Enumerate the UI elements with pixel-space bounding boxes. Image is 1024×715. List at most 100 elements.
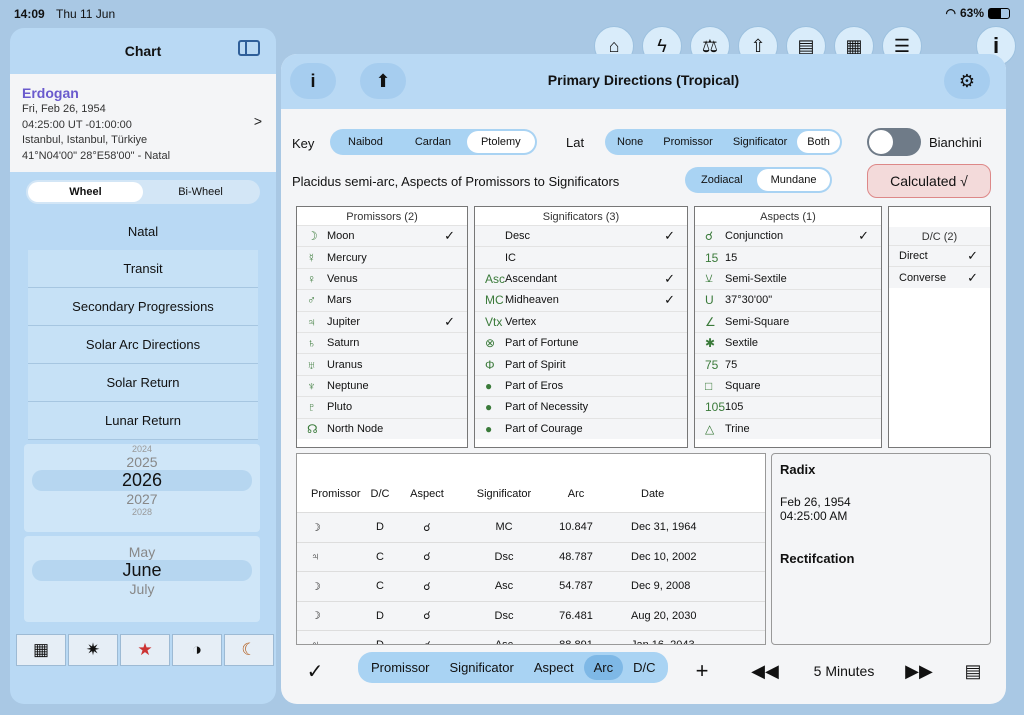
list-item[interactable]: ⚺ Semi-Sextile bbox=[695, 267, 881, 290]
list-item[interactable]: Direct ✓ bbox=[889, 245, 990, 267]
list-item[interactable]: ✱ Sextile bbox=[695, 331, 881, 354]
rectification-title: Rectifcation bbox=[780, 551, 855, 566]
sidebar-toggle-icon[interactable] bbox=[238, 40, 260, 56]
zodiacal-option[interactable]: Zodiacal bbox=[687, 169, 757, 191]
month-picker[interactable]: May June July bbox=[24, 536, 260, 622]
row-arc: 54.787 bbox=[559, 580, 593, 593]
col-date[interactable]: Date bbox=[601, 488, 731, 500]
lat-both[interactable]: Both bbox=[797, 131, 840, 153]
list-item[interactable]: ☊ North Node bbox=[297, 417, 467, 439]
list-item[interactable]: ♅ Uranus bbox=[297, 353, 467, 375]
list-item[interactable]: Vtx Vertex bbox=[475, 310, 687, 332]
person-card[interactable]: Erdogan Fri, Feb 26, 1954 04:25:00 UT -0… bbox=[10, 74, 276, 172]
menu-solar-arc[interactable]: Solar Arc Directions bbox=[28, 326, 258, 364]
list-item[interactable]: MC Midheaven ✓ bbox=[475, 289, 687, 311]
aspect-wheel-icon[interactable]: ✷ bbox=[68, 634, 118, 666]
table-row[interactable]: ☽ D ☌ MC 10.847 Dec 31, 1964 bbox=[297, 512, 765, 542]
list-item[interactable]: ♂ Mars bbox=[297, 289, 467, 311]
person-name: Erdogan bbox=[22, 85, 79, 101]
list-item[interactable]: △ Trine bbox=[695, 417, 881, 439]
list-item[interactable]: ♄ Saturn bbox=[297, 331, 467, 354]
list-item[interactable]: ● Part of Necessity bbox=[475, 396, 687, 418]
list-item[interactable]: ♃ Jupiter ✓ bbox=[297, 310, 467, 332]
item-label: 75 bbox=[725, 358, 738, 371]
confirm-button[interactable]: ✓ bbox=[296, 652, 334, 690]
key-ptolemy[interactable]: Ptolemy bbox=[466, 131, 535, 153]
list-item[interactable]: ☌ Conjunction ✓ bbox=[695, 225, 881, 247]
birth-time: 04:25:00 UT -01:00:00 bbox=[22, 118, 132, 131]
table-row[interactable]: ☽ D ☌ Dsc 76.481 Aug 20, 2030 bbox=[297, 600, 765, 630]
key-cardan[interactable]: Cardan bbox=[399, 131, 467, 153]
mundane-option[interactable]: Mundane bbox=[756, 169, 831, 191]
list-item[interactable]: U 37°30'00" bbox=[695, 289, 881, 311]
year-option: 2024 bbox=[131, 444, 153, 454]
row-promissor: ☽ bbox=[311, 521, 321, 534]
lat-promissor[interactable]: Promissor bbox=[653, 131, 723, 153]
table-row[interactable]: ♃D☌Asc88.891Jan 16, 2043 bbox=[297, 630, 765, 644]
menu-transit[interactable]: Transit bbox=[28, 250, 258, 288]
grid-chart-icon[interactable]: ▦ bbox=[16, 634, 66, 666]
list-item[interactable]: Converse ✓ bbox=[889, 266, 990, 288]
menu-lunar-return[interactable]: Lunar Return bbox=[28, 402, 258, 440]
row-significator: Asc bbox=[457, 639, 551, 644]
list-item[interactable]: ⊗ Part of Fortune bbox=[475, 331, 687, 354]
sort-significator[interactable]: Significator bbox=[440, 655, 524, 680]
sort-dc[interactable]: D/C bbox=[623, 655, 665, 680]
year-picker[interactable]: 2024 2025 2026 2027 2028 bbox=[24, 444, 260, 532]
list-item[interactable]: 105 105 bbox=[695, 396, 881, 418]
sort-arc[interactable]: Arc bbox=[583, 655, 624, 680]
row-dc: D bbox=[363, 639, 397, 644]
fast-forward-icon[interactable]: ▶▶ bbox=[900, 652, 938, 690]
list-item[interactable]: ♆ Neptune bbox=[297, 374, 467, 397]
list-item[interactable]: ♀ Venus bbox=[297, 267, 467, 290]
sun-eclipse-icon[interactable]: ◑ bbox=[172, 634, 222, 666]
menu-solar-return[interactable]: Solar Return bbox=[28, 364, 258, 402]
moon-icon[interactable]: ☾ bbox=[224, 634, 274, 666]
biwheel-tab[interactable]: Bi-Wheel bbox=[143, 182, 258, 202]
list-item[interactable]: 15 15 bbox=[695, 246, 881, 268]
birth-place: Istanbul, Istanbul, Türkiye bbox=[22, 134, 148, 146]
settings-icon[interactable]: ⚙ bbox=[944, 63, 990, 99]
list-item[interactable]: ☽ Moon ✓ bbox=[297, 225, 467, 247]
stars-icon[interactable]: ★ bbox=[120, 634, 170, 666]
col-aspect[interactable]: Aspect bbox=[397, 488, 457, 500]
list-item[interactable]: 75 75 bbox=[695, 353, 881, 375]
zodiacal-mundane-selector: Zodiacal Mundane bbox=[685, 167, 833, 193]
report-icon[interactable]: ▤ bbox=[954, 652, 992, 690]
list-item[interactable]: Φ Part of Spirit bbox=[475, 353, 687, 375]
interval-selector[interactable]: 5 Minutes bbox=[796, 652, 892, 690]
list-item[interactable]: ♇ Pluto bbox=[297, 396, 467, 418]
lat-significator[interactable]: Significator bbox=[723, 131, 797, 153]
table-row[interactable]: ♃ C ☌ Dsc 48.787 Dec 10, 2002 bbox=[297, 541, 765, 571]
list-item[interactable]: ● Part of Courage bbox=[475, 417, 687, 439]
add-button[interactable]: + bbox=[683, 652, 721, 690]
sort-aspect[interactable]: Aspect bbox=[524, 655, 584, 680]
menu-secondary-progressions[interactable]: Secondary Progressions bbox=[28, 288, 258, 326]
calculated-button[interactable]: Calculated √ bbox=[867, 164, 991, 198]
list-item[interactable]: Asc Ascendant ✓ bbox=[475, 267, 687, 290]
wheel-tab[interactable]: Wheel bbox=[28, 182, 143, 202]
menu-natal[interactable]: Natal bbox=[10, 212, 276, 250]
chart-style-bar: ▦ ✷ ★ ◑ ☾ bbox=[16, 634, 274, 666]
list-item[interactable]: IC bbox=[475, 246, 687, 268]
sort-promissor[interactable]: Promissor bbox=[361, 655, 440, 680]
aspects-list: Aspects (1) ☌ Conjunction ✓ 15 15 ⚺ Semi-Sexti… bbox=[694, 206, 882, 448]
item-label: Desc bbox=[505, 230, 531, 243]
rewind-icon[interactable]: ◀◀ bbox=[746, 652, 784, 690]
col-dc[interactable]: D/C bbox=[363, 488, 397, 500]
bianchini-toggle[interactable] bbox=[867, 128, 921, 156]
lat-none[interactable]: None bbox=[607, 131, 653, 153]
list-item[interactable]: ☿ Mercury bbox=[297, 246, 467, 268]
birth-date: Fri, Feb 26, 1954 bbox=[22, 103, 106, 115]
col-significator[interactable]: Significator bbox=[457, 488, 551, 500]
list-item[interactable]: □ Square bbox=[695, 374, 881, 397]
col-arc[interactable]: Arc bbox=[551, 488, 601, 500]
key-naibod[interactable]: Naibod bbox=[332, 131, 399, 153]
table-row[interactable]: ☽ C ☌ Asc 54.787 Dec 9, 2008 bbox=[297, 571, 765, 601]
col-promissor[interactable]: Promissor bbox=[297, 488, 363, 500]
month-selected: June bbox=[32, 560, 252, 581]
list-item[interactable]: Desc ✓ bbox=[475, 225, 687, 247]
list-item[interactable]: ● Part of Eros bbox=[475, 374, 687, 397]
symbol-icon: ☌ bbox=[705, 229, 714, 244]
list-item[interactable]: ∠ Semi-Square bbox=[695, 310, 881, 332]
